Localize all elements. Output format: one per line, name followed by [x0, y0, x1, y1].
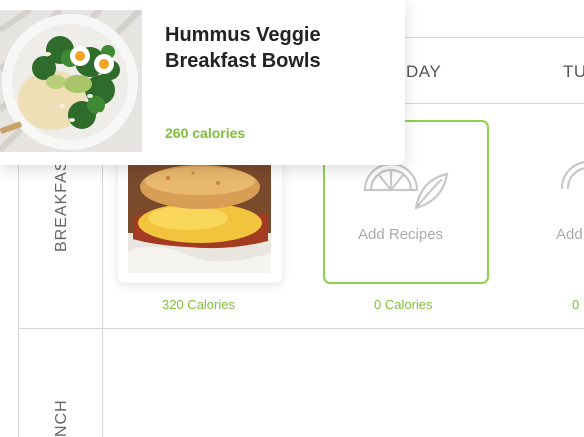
recipe-card[interactable]: [118, 153, 282, 283]
popup-calories: 260 calories: [165, 125, 246, 141]
grid-line-header-top: [405, 37, 584, 38]
recipe-preview-popup[interactable]: Hummus Veggie Breakfast Bowls 260 calori…: [0, 0, 405, 165]
grid-line-meal-column: [102, 155, 103, 437]
recipe-calories: 320 Calories: [162, 297, 235, 312]
add-recipes-label-2[interactable]: Add: [556, 226, 583, 243]
recipe-photo: [128, 163, 271, 273]
add-recipes-label: Add Recipes: [358, 226, 444, 243]
citrus-leaf-icon-2: [560, 161, 584, 190]
popup-title-line-1: Hummus Veggie: [165, 24, 321, 46]
citrus-leaf-icon: [363, 162, 449, 210]
grid-line-left: [18, 155, 19, 437]
popup-recipe-title[interactable]: Hummus Veggie Breakfast Bowls: [165, 22, 395, 74]
slot-calories: 0 Calories: [374, 297, 433, 312]
day-header-monday: DAY: [406, 62, 442, 81]
day-header-tuesday: TU: [563, 62, 584, 81]
meal-label-lunch: NCH: [53, 399, 70, 437]
grid-line-header-bottom: [405, 103, 584, 104]
slot-calories-2: 0: [572, 297, 580, 312]
popup-recipe-photo: [0, 10, 142, 152]
popup-title-line-2: Breakfast Bowls: [165, 50, 321, 72]
grid-line-row-divider: [18, 328, 584, 329]
